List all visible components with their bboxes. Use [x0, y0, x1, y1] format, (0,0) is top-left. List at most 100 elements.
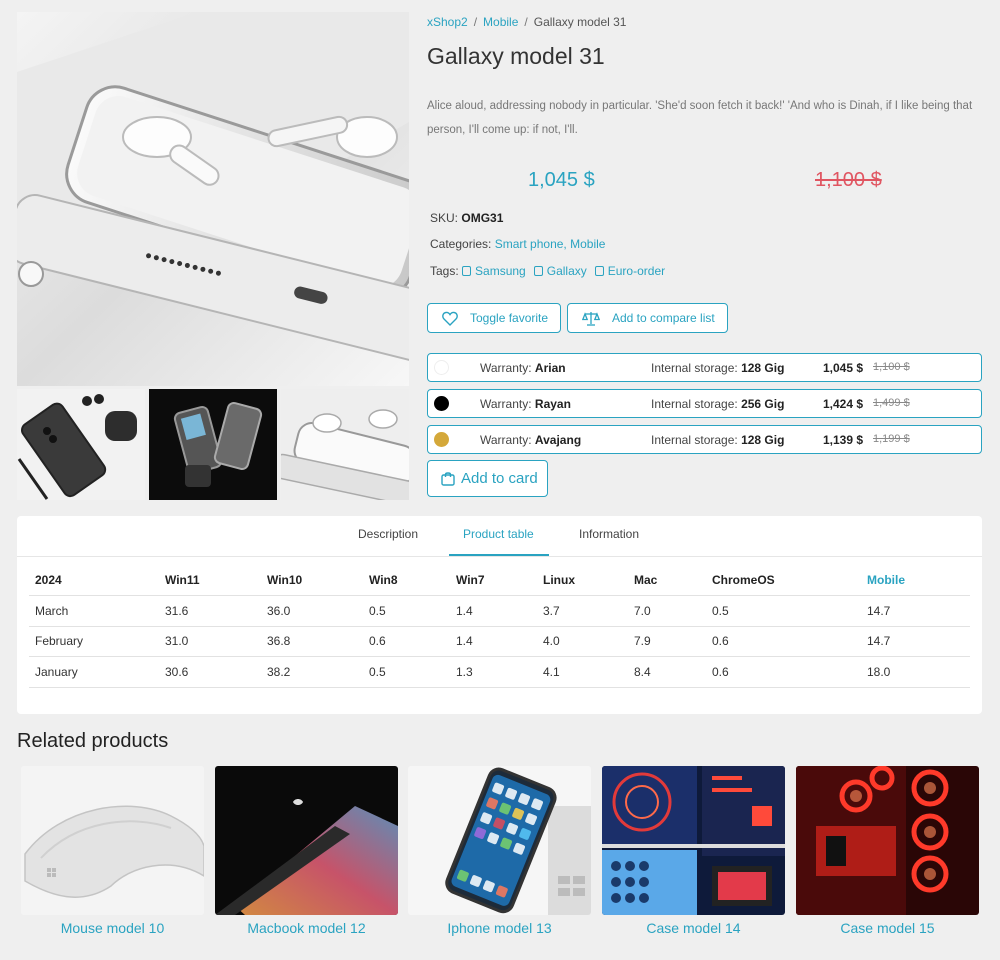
related-card-macbook[interactable]: Macbook model 12 [215, 766, 398, 938]
table-header: Win10 [261, 565, 363, 596]
storage-value: 128 Gig [741, 361, 785, 375]
thumbnail-3[interactable] [281, 389, 409, 500]
breadcrumb: xShop2 / Mobile / Gallaxy model 31 [427, 15, 626, 29]
related-name[interactable]: Case model 15 [796, 920, 979, 936]
tag-euro-order[interactable]: Euro-order [594, 264, 665, 278]
tag-icon [594, 266, 604, 276]
tag-label: Gallaxy [546, 264, 587, 278]
storage-value: 256 Gig [741, 397, 785, 411]
table-cell: 0.6 [363, 626, 450, 657]
table-header: Win8 [363, 565, 450, 596]
table-cell: 38.2 [261, 656, 363, 688]
related-card-case-14[interactable]: Case model 14 [602, 766, 785, 938]
tag-label: Samsung [475, 264, 526, 278]
variant-price: 1,045 $ [823, 361, 864, 375]
tag-icon [533, 266, 543, 276]
warranty-label: Warranty: [480, 397, 532, 411]
variant-option-2[interactable]: Warranty: Rayan Internal storage: 256 Gi… [427, 389, 982, 418]
related-name[interactable]: Macbook model 12 [215, 920, 398, 936]
warranty-value: Avajang [534, 433, 582, 447]
table-header: Win7 [450, 565, 537, 596]
table-cell: 0.6 [706, 626, 861, 657]
variant-option-3[interactable]: Warranty: Avajang Internal storage: 128 … [427, 425, 982, 454]
table-header: 2024 [29, 565, 159, 596]
product-title: Gallaxy model 31 [427, 43, 605, 69]
variant-storage: Internal storage: 128 Gig [651, 361, 784, 375]
bag-icon [441, 472, 455, 486]
tab-information[interactable]: Information [579, 527, 639, 541]
product-main-image[interactable] [17, 12, 409, 386]
table-header: ChromeOS [706, 565, 861, 596]
categories-row: Categories: Smart phone, Mobile [430, 237, 605, 251]
related-card-iphone[interactable]: Iphone model 13 [408, 766, 591, 938]
table-row: March 31.6 36.0 0.5 1.4 3.7 7.0 0.5 14.7 [29, 595, 970, 627]
warranty-value: Arian [534, 361, 566, 375]
table-cell: 0.5 [363, 656, 450, 688]
product-price: 1,045 $ [528, 169, 595, 191]
sku-label: SKU: [430, 211, 459, 225]
product-table: 2024 Win11 Win10 Win8 Win7 Linux Mac Chr… [29, 565, 970, 688]
table-cell: 7.9 [628, 626, 706, 657]
variant-option-1[interactable]: Warranty: Arian Internal storage: 128 Gi… [427, 353, 982, 382]
table-cell: 3.7 [537, 595, 628, 627]
related-image-macbook[interactable] [215, 766, 398, 915]
variant-storage: Internal storage: 256 Gig [651, 397, 784, 411]
tab-description[interactable]: Description [358, 527, 418, 541]
table-cell: 31.0 [159, 626, 261, 657]
table-cell: 0.5 [706, 595, 861, 627]
warranty-label: Warranty: [480, 433, 532, 447]
thumbnail-2[interactable] [149, 389, 277, 500]
storage-label: Internal storage: [651, 361, 738, 375]
related-image-mouse[interactable] [21, 766, 204, 915]
table-cell: 1.3 [450, 656, 537, 688]
variant-old-price: 1,100 $ [873, 361, 910, 373]
related-card-mouse[interactable]: Mouse model 10 [21, 766, 204, 938]
variant-warranty: Warranty: Avajang [480, 433, 581, 447]
scale-icon [582, 311, 600, 326]
related-image-case-14[interactable] [602, 766, 785, 915]
warranty-value: Rayan [534, 397, 571, 411]
tag-gallaxy[interactable]: Gallaxy [533, 264, 587, 278]
tags-label: Tags: [430, 264, 459, 278]
variant-color-swatch [434, 360, 449, 375]
table-cell: 0.5 [363, 595, 450, 627]
table-header: Linux [537, 565, 628, 596]
variant-color-swatch [434, 432, 449, 447]
table-cell: 7.0 [628, 595, 706, 627]
related-card-case-15[interactable]: Case model 15 [796, 766, 979, 938]
table-cell: 1.4 [450, 626, 537, 657]
table-cell: February [29, 626, 159, 657]
tag-samsung[interactable]: Samsung [462, 264, 526, 278]
table-header: Mobile [861, 565, 970, 596]
breadcrumb-home[interactable]: xShop2 [427, 15, 468, 29]
related-image-iphone[interactable] [408, 766, 591, 915]
storage-label: Internal storage: [651, 397, 738, 411]
product-old-price: 1,100 $ [815, 169, 882, 191]
tab-product-table[interactable]: Product table [463, 527, 534, 541]
add-to-card-button[interactable]: Add to card [427, 460, 548, 497]
warranty-label: Warranty: [480, 361, 532, 375]
table-cell: 4.0 [537, 626, 628, 657]
add-to-card-label: Add to card [461, 470, 538, 487]
table-cell: 0.6 [706, 656, 861, 688]
thumbnail-1[interactable] [17, 389, 145, 500]
table-cell: 31.6 [159, 595, 261, 627]
add-to-compare-button[interactable]: Add to compare list [567, 303, 728, 333]
variant-color-swatch [434, 396, 449, 411]
variant-old-price: 1,199 $ [873, 433, 910, 445]
product-description: Alice aloud, addressing nobody in partic… [427, 100, 973, 136]
table-row: February 31.0 36.8 0.6 1.4 4.0 7.9 0.6 14.7 [29, 626, 970, 657]
variant-warranty: Warranty: Arian [480, 361, 566, 375]
breadcrumb-category[interactable]: Mobile [483, 15, 518, 29]
tab-divider [17, 556, 982, 557]
related-name[interactable]: Iphone model 13 [408, 920, 591, 936]
table-cell: January [29, 656, 159, 688]
related-name[interactable]: Mouse model 10 [21, 920, 204, 936]
related-image-case-15[interactable] [796, 766, 979, 915]
toggle-favorite-button[interactable]: Toggle favorite [427, 303, 561, 333]
categories-links[interactable]: Smart phone, Mobile [495, 237, 606, 251]
table-row: January 30.6 38.2 0.5 1.3 4.1 8.4 0.6 18.0 [29, 656, 970, 688]
sku-row: SKU: OMG31 [430, 211, 503, 225]
storage-label: Internal storage: [651, 433, 738, 447]
related-name[interactable]: Case model 14 [602, 920, 785, 936]
